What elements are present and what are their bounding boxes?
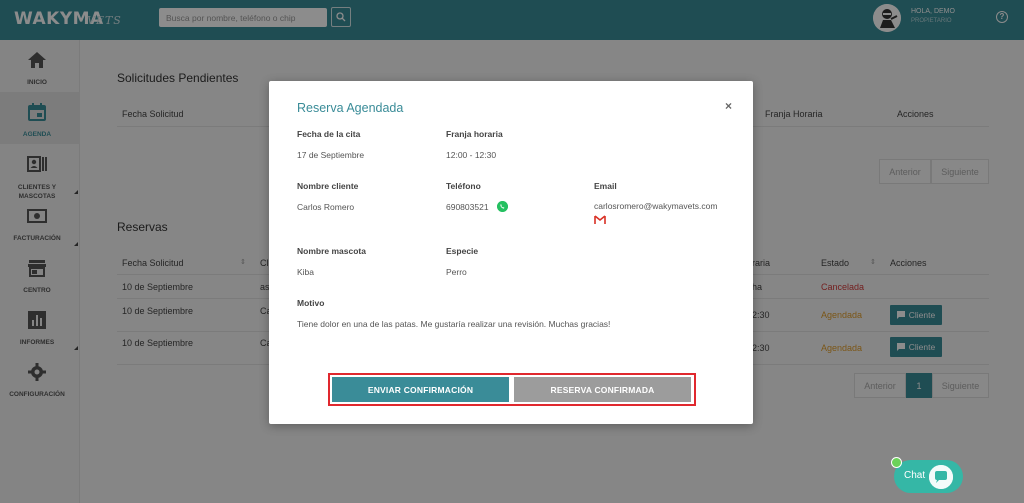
reservation-confirmed-button[interactable]: RESERVA CONFIRMADA <box>514 377 691 402</box>
mascota-value: Kiba <box>297 267 315 277</box>
chat-button[interactable]: Chat <box>891 457 963 493</box>
telefono-value: 690803521 <box>446 202 489 212</box>
franja-label: Franja horaria <box>446 129 503 139</box>
cliente-label: Nombre cliente <box>297 181 359 191</box>
fecha-value: 17 de Septiembre <box>297 150 365 160</box>
reservation-modal: Reserva Agendada × Fecha de la cita 17 d… <box>269 81 753 424</box>
whatsapp-icon[interactable] <box>497 201 508 212</box>
motivo-label: Motivo <box>297 298 325 308</box>
email-value: carlosromero@wakymavets.com <box>594 201 718 211</box>
online-status-dot <box>891 457 902 468</box>
franja-value: 12:00 - 12:30 <box>446 150 497 160</box>
cliente-value: Carlos Romero <box>297 202 355 212</box>
fecha-label: Fecha de la cita <box>297 129 361 139</box>
send-confirmation-button[interactable]: ENVIAR CONFIRMACIÓN <box>332 377 509 402</box>
modal-title: Reserva Agendada <box>297 101 404 115</box>
email-label: Email <box>594 181 617 191</box>
chat-label: Chat <box>904 470 926 481</box>
especie-label: Especie <box>446 246 479 256</box>
mascota-label: Nombre mascota <box>297 246 366 256</box>
especie-value: Perro <box>446 267 467 277</box>
chat-bubble-icon <box>929 465 953 489</box>
telefono-label: Teléfono <box>446 181 481 191</box>
close-icon[interactable]: × <box>725 99 732 113</box>
gmail-icon[interactable] <box>594 215 606 225</box>
motivo-value: Tiene dolor en una de las patas. Me gust… <box>297 319 611 329</box>
